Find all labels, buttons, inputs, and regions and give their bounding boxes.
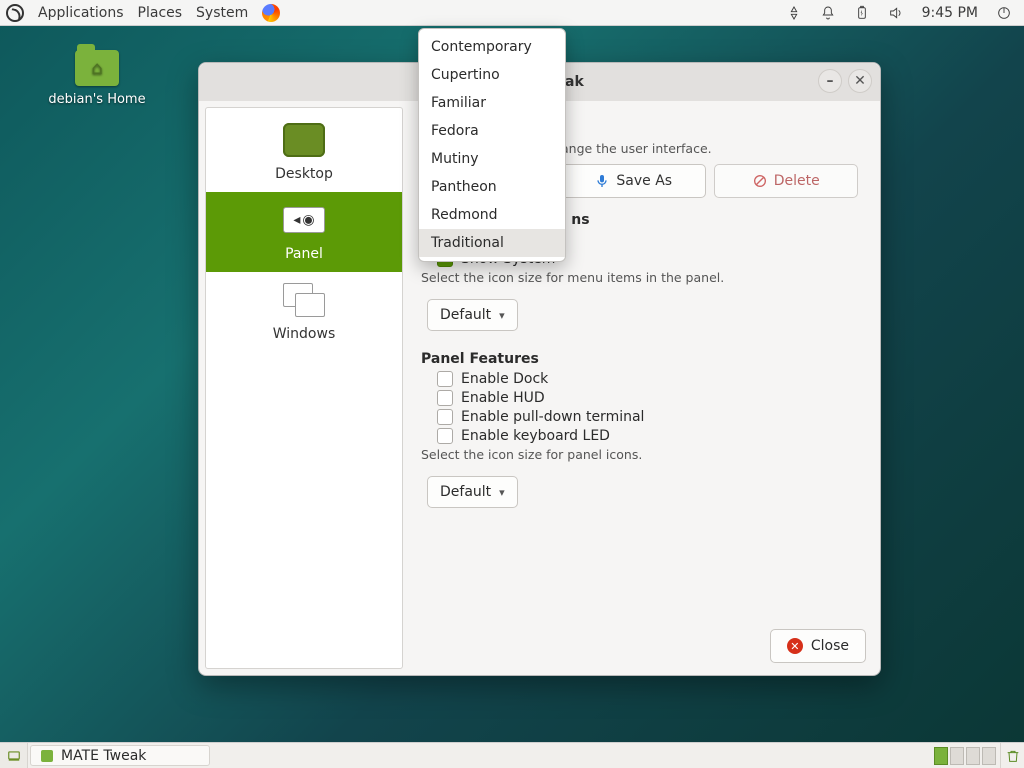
- combo-value: Default: [440, 484, 491, 500]
- checkbox-icon: [437, 371, 453, 387]
- show-desktop-icon: [7, 749, 21, 763]
- layouts-hint: ange the user interface.: [561, 141, 858, 156]
- firefox-icon[interactable]: [262, 4, 280, 22]
- window-close-button[interactable]: ✕: [848, 69, 872, 93]
- desktop-icon-home[interactable]: debian's Home: [42, 50, 152, 107]
- desktop-icon-label: debian's Home: [42, 92, 152, 107]
- section-heading-panel-features: Panel Features: [421, 351, 858, 367]
- trash-button[interactable]: [1000, 743, 1024, 768]
- desktop-category-icon: [283, 123, 325, 157]
- layout-option-mutiny[interactable]: Mutiny: [419, 145, 565, 173]
- layout-option-traditional[interactable]: Traditional: [419, 229, 565, 257]
- save-as-button[interactable]: Save As: [561, 164, 706, 198]
- panel-layout-dropdown: Contemporary Cupertino Familiar Fedora M…: [418, 28, 566, 262]
- app-icon: [41, 750, 53, 762]
- checkbox-label: Enable keyboard LED: [461, 428, 610, 444]
- menu-icon-size-combo[interactable]: Default ▾: [427, 299, 518, 331]
- windows-category-icon: [283, 283, 325, 317]
- prohibited-icon: [752, 173, 768, 189]
- enable-kbd-led-checkbox[interactable]: Enable keyboard LED: [437, 428, 858, 444]
- category-panel[interactable]: ◂◉ Panel: [206, 192, 402, 272]
- power-icon[interactable]: [996, 5, 1012, 21]
- mate-logo-icon[interactable]: [6, 4, 24, 22]
- panel-category-icon: ◂◉: [283, 207, 325, 233]
- window-minimize-button[interactable]: –: [818, 69, 842, 93]
- menu-system[interactable]: System: [196, 5, 248, 21]
- chevron-down-icon: ▾: [499, 486, 505, 499]
- enable-pulldown-checkbox[interactable]: Enable pull-down terminal: [437, 409, 858, 425]
- close-label: Close: [811, 638, 849, 654]
- layout-option-redmond[interactable]: Redmond: [419, 201, 565, 229]
- category-label: Windows: [273, 326, 336, 342]
- workspace-2[interactable]: [950, 747, 964, 765]
- checkbox-label: Enable HUD: [461, 390, 545, 406]
- taskbar-entry-mate-tweak[interactable]: MATE Tweak: [30, 745, 210, 766]
- notification-icon[interactable]: [820, 5, 836, 21]
- category-desktop[interactable]: Desktop: [206, 112, 402, 192]
- taskbar-entry-label: MATE Tweak: [61, 748, 146, 764]
- category-label: Desktop: [275, 166, 333, 182]
- checkbox-icon: [437, 390, 453, 406]
- checkbox-label: Enable pull-down terminal: [461, 409, 644, 425]
- window-title: ak: [565, 74, 584, 90]
- tray-unknown-icon[interactable]: [786, 5, 802, 21]
- panel-icon-size-hint: Select the icon size for panel icons.: [421, 447, 858, 462]
- menu-places[interactable]: Places: [138, 5, 183, 21]
- panel-icon-size-combo[interactable]: Default ▾: [427, 476, 518, 508]
- clock[interactable]: 9:45 PM: [922, 5, 978, 21]
- microphone-icon: [594, 173, 610, 189]
- top-menubar: Applications Places System 9:45 PM: [0, 0, 1024, 26]
- category-list: Desktop ◂◉ Panel Windows: [205, 107, 403, 669]
- checkbox-label: Enable Dock: [461, 371, 548, 387]
- workspace-1[interactable]: [934, 747, 948, 765]
- save-as-label: Save As: [616, 173, 672, 189]
- show-desktop-button[interactable]: [0, 743, 28, 768]
- layout-option-familiar[interactable]: Familiar: [419, 89, 565, 117]
- category-label: Panel: [285, 246, 323, 262]
- checkbox-icon: [437, 428, 453, 444]
- trash-icon: [1005, 748, 1021, 764]
- menu-applications[interactable]: Applications: [38, 5, 124, 21]
- delete-button[interactable]: Delete: [714, 164, 859, 198]
- bottom-taskbar: MATE Tweak: [0, 742, 1024, 768]
- category-windows[interactable]: Windows: [206, 272, 402, 352]
- workspace-switcher[interactable]: [930, 743, 1000, 768]
- combo-value: Default: [440, 307, 491, 323]
- layout-option-cupertino[interactable]: Cupertino: [419, 61, 565, 89]
- menu-icon-size-hint: Select the icon size for menu items in t…: [421, 270, 858, 285]
- checkbox-icon: [437, 409, 453, 425]
- enable-dock-checkbox[interactable]: Enable Dock: [437, 371, 858, 387]
- folder-home-icon: [75, 50, 119, 86]
- chevron-down-icon: ▾: [499, 309, 505, 322]
- workspace-3[interactable]: [966, 747, 980, 765]
- enable-hud-checkbox[interactable]: Enable HUD: [437, 390, 858, 406]
- close-icon: ✕: [787, 638, 803, 654]
- workspace-4[interactable]: [982, 747, 996, 765]
- close-button[interactable]: ✕ Close: [770, 629, 866, 663]
- layout-option-contemporary[interactable]: Contemporary: [419, 33, 565, 61]
- delete-label: Delete: [774, 173, 820, 189]
- layout-option-fedora[interactable]: Fedora: [419, 117, 565, 145]
- volume-icon[interactable]: [888, 5, 904, 21]
- layout-option-pantheon[interactable]: Pantheon: [419, 173, 565, 201]
- battery-icon[interactable]: [854, 5, 870, 21]
